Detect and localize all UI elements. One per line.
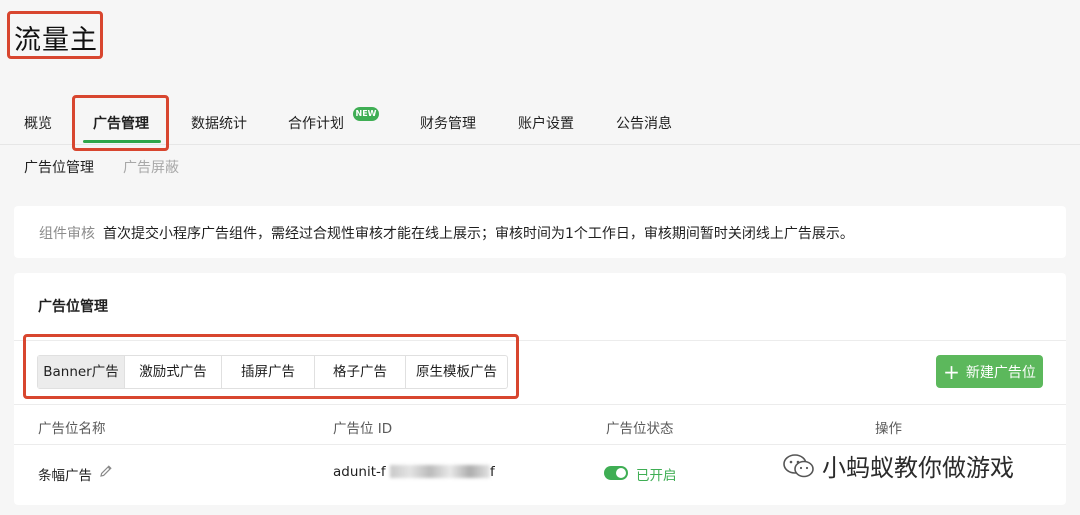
column-header-id: 广告位 ID — [333, 421, 393, 437]
highlight-box-type-tabs — [23, 334, 519, 399]
column-header-actions: 操作 — [875, 421, 902, 437]
highlight-box-tab — [72, 95, 169, 151]
subnav-ad-blocking[interactable]: 广告屏蔽 — [123, 157, 179, 177]
tab-overview[interactable]: 概览 — [24, 113, 52, 133]
wechat-icon — [783, 453, 814, 477]
new-ad-slot-label: 新建广告位 — [965, 364, 1036, 381]
plus-icon: + — [943, 359, 960, 384]
watermark-text: 小蚂蚁教你做游戏 — [822, 454, 1014, 482]
tab-cooperation-plan[interactable]: 合作计划 — [288, 113, 344, 133]
column-header-status: 广告位状态 — [606, 421, 674, 437]
ad-slot-id-suffix: f — [490, 464, 495, 480]
notice-text: 首次提交小程序广告组件，需经过合规性审核才能在线上展示；审核时间为1个工作日，审… — [103, 226, 854, 242]
section-title: 广告位管理 — [38, 299, 108, 315]
new-ad-slot-button[interactable]: + 新建广告位 — [936, 355, 1043, 388]
column-header-name: 广告位名称 — [38, 421, 106, 437]
highlight-box-title — [7, 11, 103, 59]
tab-finance[interactable]: 财务管理 — [420, 113, 476, 133]
edit-pencil-icon[interactable] — [98, 463, 114, 479]
tab-account-settings[interactable]: 账户设置 — [518, 113, 574, 133]
subnav-ad-slot-management[interactable]: 广告位管理 — [24, 157, 94, 177]
new-badge: NEW — [353, 107, 379, 121]
ad-slot-name: 条幅广告 — [38, 468, 92, 484]
tab-data-statistics[interactable]: 数据统计 — [191, 113, 247, 133]
notice-label: 组件审核 — [39, 226, 95, 242]
table-top-divider — [14, 404, 1066, 405]
watermark: 小蚂蚁教你做游戏 — [782, 448, 1014, 483]
status-toggle[interactable] — [604, 466, 628, 480]
status-text: 已开启 — [636, 468, 677, 484]
review-notice-card: 组件审核 首次提交小程序广告组件，需经过合规性审核才能在线上展示；审核时间为1个… — [14, 206, 1066, 258]
ad-slot-id-prefix: adunit-f — [333, 464, 386, 480]
tab-announcements[interactable]: 公告消息 — [616, 113, 672, 133]
redacted-id-blur — [390, 465, 490, 478]
table-header-divider — [14, 444, 1066, 445]
